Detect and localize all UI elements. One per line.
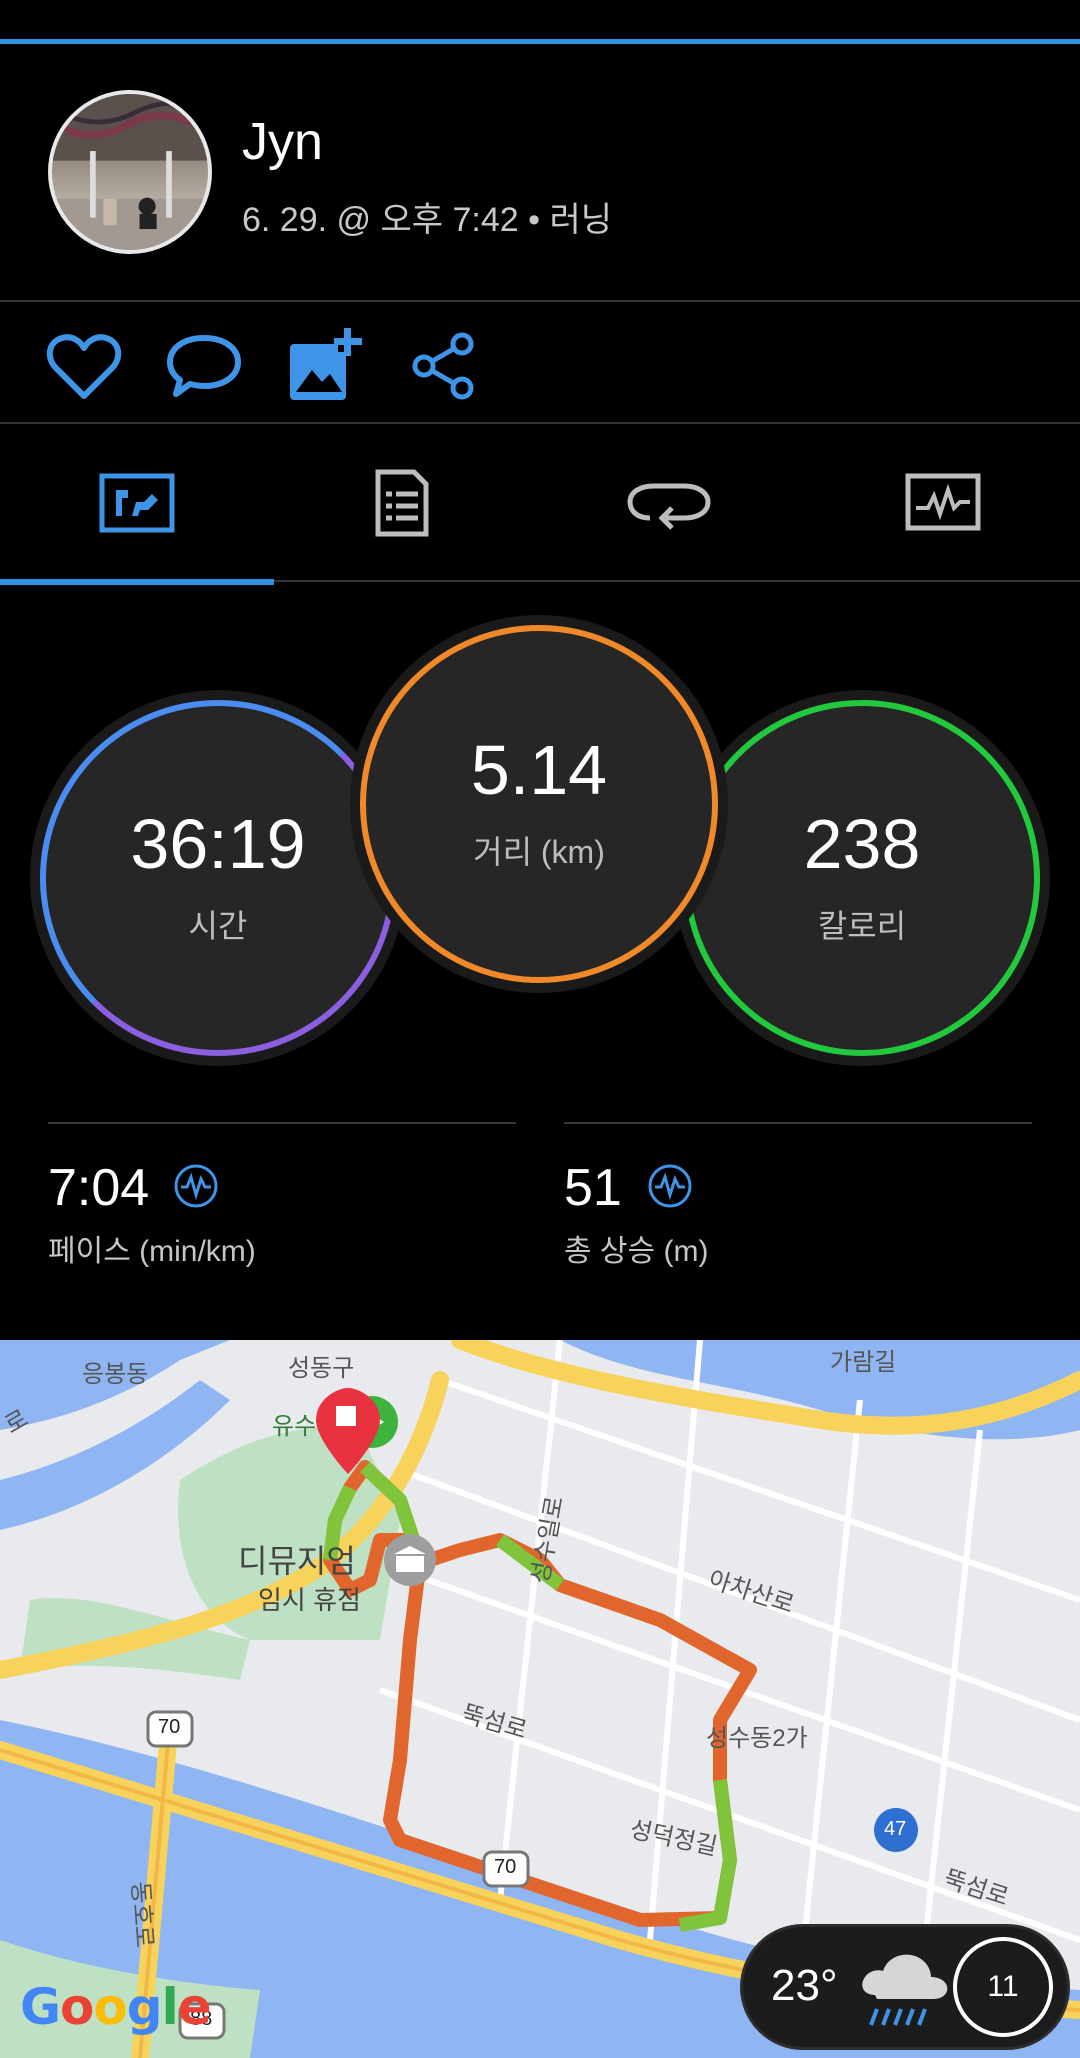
map-label: 동호로 <box>126 1880 158 1949</box>
pace-value: 7:04 <box>48 1159 150 1217</box>
details-tab-icon[interactable] <box>356 468 446 538</box>
route-shield: 70 <box>158 1716 181 1738</box>
route-shield: 70 <box>494 1856 517 1878</box>
pace-chart-icon[interactable] <box>172 1162 220 1210</box>
rain-cloud-icon <box>862 1954 948 2026</box>
comment-icon[interactable] <box>164 326 244 406</box>
google-logo: Google <box>20 1978 212 2036</box>
map-label: 가람길 <box>830 1349 897 1376</box>
time-value: 36:19 <box>130 805 306 883</box>
map-label: 성수동2가 <box>706 1725 808 1752</box>
charts-tab-icon[interactable] <box>898 468 988 538</box>
ascent-divider <box>564 1122 1032 1124</box>
time-circle: 36:19 시간 <box>40 700 396 1056</box>
share-icon[interactable] <box>404 326 484 406</box>
divider <box>0 422 1080 424</box>
uv-index: 11 <box>953 1937 1053 2037</box>
heart-icon[interactable] <box>44 326 124 406</box>
username[interactable]: Jyn <box>242 112 323 172</box>
distance-circle: 5.14 거리 (km) <box>360 625 718 983</box>
activity-meta: 6. 29. @ 오후 7:42 • 러닝 <box>242 201 613 239</box>
temperature: 23° <box>771 1961 838 2010</box>
time-label: 시간 <box>188 908 248 944</box>
ascent-chart-icon[interactable] <box>646 1162 694 1210</box>
calories-value: 238 <box>803 805 921 883</box>
map-label: 성동구 <box>288 1355 355 1382</box>
add-photo-icon[interactable] <box>284 326 364 406</box>
map-label: 디뮤지엄 <box>238 1543 356 1579</box>
calories-label: 칼로리 <box>817 908 907 944</box>
map-label: 응봉동 <box>82 1361 149 1388</box>
stats-tab-icon[interactable] <box>92 468 182 538</box>
route-shield: 47 <box>884 1818 907 1840</box>
laps-tab-icon[interactable] <box>624 468 714 538</box>
pace-divider <box>48 1122 516 1124</box>
distance-label: 거리 (km) <box>473 834 605 870</box>
ascent-value: 51 <box>564 1159 622 1217</box>
map-label: 유수 <box>272 1413 317 1440</box>
calories-circle: 238 칼로리 <box>684 700 1040 1056</box>
divider <box>0 300 1080 302</box>
pace-label: 페이스 (min/km) <box>48 1235 256 1268</box>
weather-badge[interactable]: 23° 11 <box>740 1924 1070 2050</box>
map-label: 임시 휴점 <box>258 1585 361 1615</box>
ascent-label: 총 상승 (m) <box>564 1235 709 1268</box>
active-tab-indicator <box>0 579 274 585</box>
distance-value: 5.14 <box>470 731 608 809</box>
avatar[interactable] <box>48 90 212 254</box>
top-accent-line <box>0 39 1080 44</box>
